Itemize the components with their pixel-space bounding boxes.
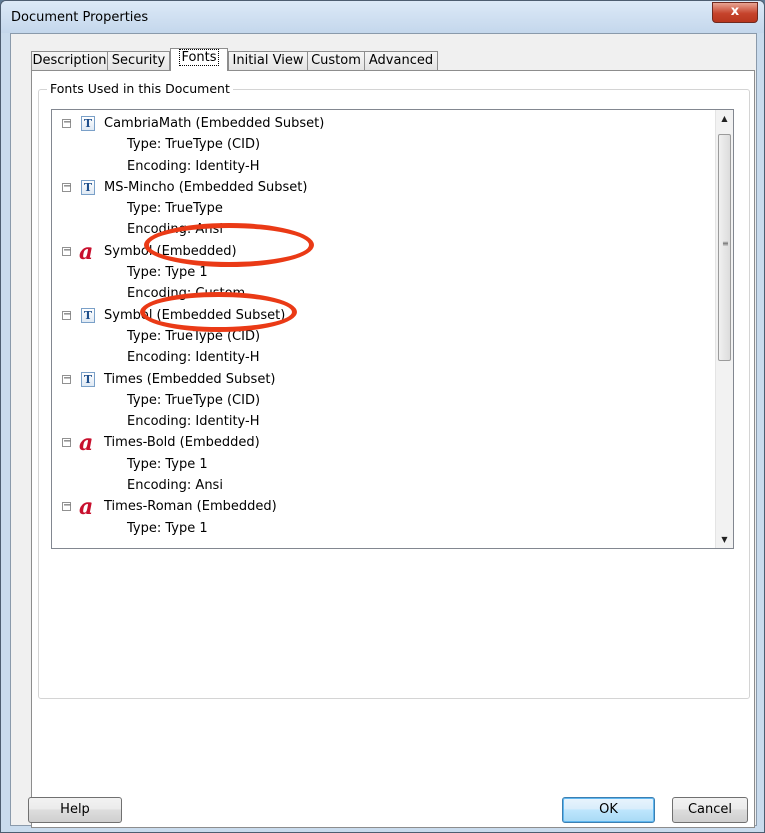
document-properties-window: Document Properties x Description Securit… (0, 0, 765, 833)
collapse-toggle-icon[interactable]: − (62, 309, 71, 320)
font-glyph: a (79, 430, 94, 457)
font-entry[interactable]: − a Times-Roman (Embedded) (52, 494, 712, 521)
font-encoding: Encoding: Identity-H (127, 158, 260, 174)
font-glyph: T (81, 116, 95, 131)
tab-advanced[interactable]: Advanced (364, 51, 438, 70)
tab-label: Description (32, 53, 107, 68)
font-name: Symbol (Embedded Subset) (104, 307, 286, 323)
cancel-button[interactable]: Cancel (672, 797, 748, 823)
collapse-toggle-icon[interactable]: − (62, 118, 71, 128)
tab-security[interactable]: Security (107, 51, 170, 70)
font-name: CambriaMath (Embedded Subset) (104, 116, 325, 131)
font-type: Type: Type 1 (127, 456, 208, 472)
font-entry[interactable]: − T Times (Embedded Subset) (52, 369, 712, 390)
font-name: MS-Mincho (Embedded Subset) (104, 179, 308, 195)
tab-fonts[interactable]: Fonts (170, 48, 228, 71)
window-title: Document Properties (11, 10, 149, 25)
font-type: Type: TrueType (127, 201, 223, 217)
truetype-font-icon: T (79, 371, 97, 389)
tab-label: Initial View (232, 53, 304, 68)
font-encoding: Encoding: Custom (127, 286, 246, 302)
tab-label: Fonts (179, 49, 219, 66)
collapse-toggle-icon[interactable]: − (62, 501, 71, 512)
fonts-list[interactable]: − T CambriaMath (Embedded Subset) Type: Tru… (51, 109, 734, 549)
truetype-font-icon: T (79, 115, 97, 133)
tab-label: Custom (311, 53, 361, 68)
tab-description[interactable]: Description (31, 51, 108, 70)
tab-label: Security (111, 53, 166, 68)
font-encoding: Encoding: Ansi (127, 478, 223, 494)
tab-label: Advanced (368, 53, 434, 68)
font-type: Type: Type 1 (127, 520, 208, 536)
font-type: Type: TrueType (CID) (127, 392, 261, 408)
font-glyph: a (79, 494, 94, 521)
font-encoding: Encoding: Identity-H (127, 414, 260, 430)
font-type: Type: TrueType (CID) (127, 328, 261, 344)
help-button[interactable]: Help (28, 797, 122, 823)
collapse-toggle-icon[interactable]: − (62, 373, 71, 384)
ok-button[interactable]: OK (562, 797, 655, 823)
font-entry[interactable]: − a Symbol (Embedded) (52, 238, 712, 265)
tab-custom[interactable]: Custom (307, 51, 365, 70)
font-glyph: T (81, 371, 95, 387)
font-glyph: a (79, 238, 94, 265)
font-entry[interactable]: − a Times-Bold (Embedded) (52, 430, 712, 457)
truetype-font-icon: T (79, 307, 97, 325)
fonts-list-rows: − T CambriaMath (Embedded Subset) Type: Tru… (52, 113, 712, 539)
fonts-group-label: Fonts Used in this Document (47, 81, 233, 96)
scroll-grip-icon: ≡ (722, 239, 729, 248)
font-entry[interactable]: − T MS-Mincho (Embedded Subset) (52, 177, 712, 198)
truetype-font-icon: T (79, 179, 97, 197)
type1-font-icon: a (79, 430, 97, 457)
type1-font-icon: a (79, 238, 97, 265)
scroll-up-arrow-icon[interactable]: ▲ (716, 110, 733, 127)
collapse-toggle-icon[interactable]: − (62, 245, 71, 256)
font-encoding: Encoding: Ansi (127, 222, 223, 238)
font-entry[interactable]: − T Symbol (Embedded Subset) (52, 305, 712, 326)
font-glyph: T (81, 179, 95, 195)
font-type: Type: TrueType (CID) (127, 137, 261, 153)
font-name: Times-Roman (Embedded) (104, 499, 277, 515)
font-type: Type: Type 1 (127, 265, 208, 281)
collapse-toggle-icon[interactable]: − (62, 181, 71, 192)
title-bar[interactable]: Document Properties x (1, 1, 764, 33)
close-button[interactable]: x (712, 2, 758, 23)
font-encoding: Encoding: Identity-H (127, 350, 260, 366)
font-name: Symbol (Embedded) (104, 243, 237, 259)
vertical-scrollbar[interactable]: ▲ ≡ ▼ (715, 110, 733, 548)
dialog-client-area: Description Security Fonts Initial View Cust… (10, 33, 757, 828)
font-glyph: T (81, 307, 95, 323)
fonts-tab-panel: Fonts Used in this Document − T CambriaMat… (31, 70, 755, 828)
font-name: Times-Bold (Embedded) (104, 435, 260, 451)
scrollbar-thumb[interactable]: ≡ (718, 134, 731, 361)
font-entry[interactable]: − T CambriaMath (Embedded Subset) (52, 113, 712, 134)
font-name: Times (Embedded Subset) (104, 371, 276, 387)
type1-font-icon: a (79, 494, 97, 521)
tab-initial-view[interactable]: Initial View (228, 51, 308, 70)
collapse-toggle-icon[interactable]: − (62, 437, 71, 448)
scroll-down-arrow-icon[interactable]: ▼ (716, 531, 733, 548)
